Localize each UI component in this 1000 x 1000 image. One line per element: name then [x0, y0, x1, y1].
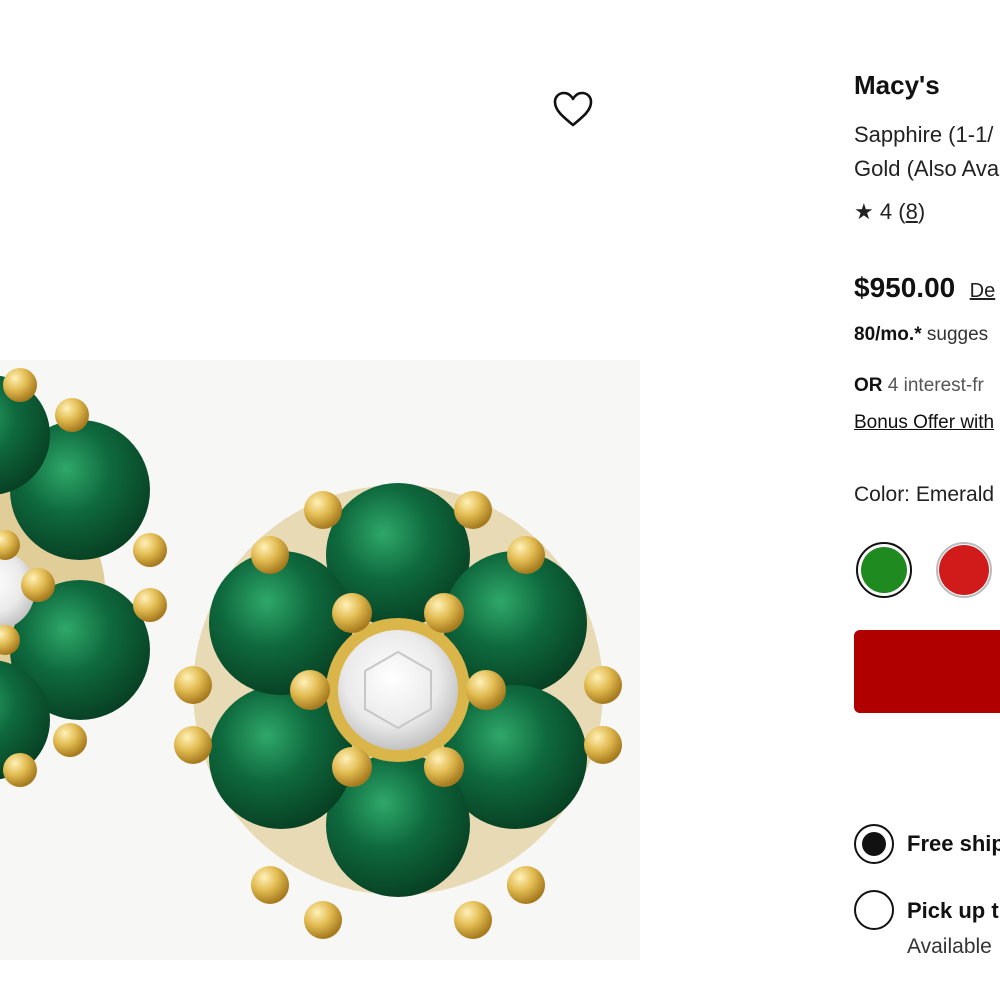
- price-details-link[interactable]: De: [970, 280, 996, 302]
- monthly-payment: 80/mo.* sugges: [854, 324, 988, 346]
- installments-line: OR 4 interest-fr: [854, 375, 984, 397]
- color-label: Color: Emerald: [854, 483, 995, 506]
- pickup-radio[interactable]: [854, 890, 894, 930]
- free-shipping-label: Free ship: [907, 831, 1000, 856]
- add-to-bag-button[interactable]: [854, 630, 1000, 713]
- price-row: $950.00 De: [854, 272, 995, 304]
- monthly-text: sugges: [926, 324, 989, 345]
- swatch-fill: [861, 547, 907, 593]
- rating-count[interactable]: 8: [906, 199, 918, 224]
- pickup-availability: Available: [907, 935, 992, 958]
- monthly-amount: 80/mo.*: [854, 324, 922, 345]
- swatch-fill: [939, 545, 989, 595]
- product-rating: ★ 4 (8): [854, 199, 925, 225]
- product-title-line-1: Sapphire (1-1/: [854, 122, 994, 147]
- radio-selected-dot: [862, 832, 886, 856]
- bonus-offer-link[interactable]: Bonus Offer with: [854, 412, 994, 434]
- installments-text: 4 interest-fr: [887, 375, 984, 396]
- heart-outline-icon: [553, 91, 593, 127]
- wishlist-button[interactable]: [548, 84, 598, 134]
- product-title-line-2: Gold (Also Ava: [854, 156, 1000, 181]
- color-swatch-emerald[interactable]: [856, 542, 912, 598]
- pickup-label: Pick up t: [907, 898, 999, 923]
- color-swatch-ruby[interactable]: [936, 542, 992, 598]
- or-word: OR: [854, 375, 883, 396]
- free-shipping-radio[interactable]: [854, 824, 894, 864]
- product-title: Sapphire (1-1/ Gold (Also Ava: [854, 118, 999, 186]
- product-image-area: [0, 0, 640, 1000]
- rating-count-link[interactable]: (8): [898, 199, 925, 224]
- product-info-panel: Macy's Sapphire (1-1/ Gold (Also Ava ★ 4…: [854, 0, 1000, 1000]
- product-image[interactable]: [0, 360, 640, 960]
- rating-value: 4: [879, 199, 893, 224]
- star-icon: ★: [854, 199, 874, 224]
- price: $950.00: [854, 272, 956, 303]
- brand-name[interactable]: Macy's: [854, 70, 940, 101]
